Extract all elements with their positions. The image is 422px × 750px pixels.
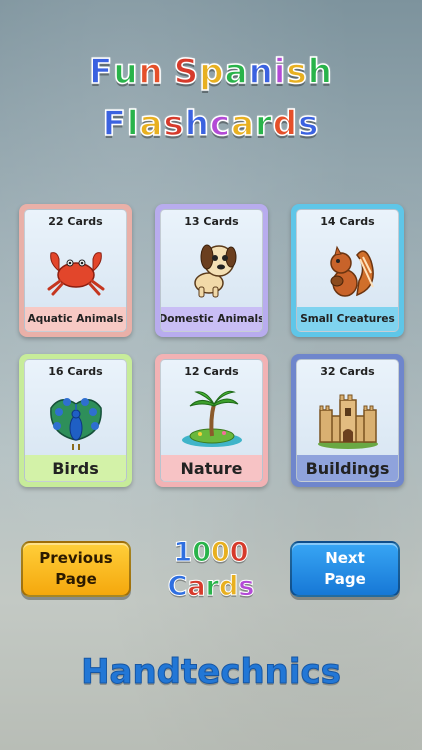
palm-island-icon — [161, 384, 262, 454]
total-word-letter: a — [187, 571, 206, 603]
category-card-birds[interactable]: 16 Cards Birds — [19, 354, 132, 487]
title-letter: h — [307, 51, 333, 93]
card-label: Small Creatures — [297, 307, 398, 331]
card-count: 32 Cards — [320, 365, 375, 378]
next-page-label-line2: Page — [324, 570, 366, 588]
crab-icon — [25, 234, 126, 304]
title-letter: u — [113, 51, 139, 93]
title-letter: s — [286, 51, 308, 93]
title-letter: a — [139, 103, 164, 145]
title-letter: F — [88, 51, 114, 93]
total-word-letter: C — [167, 571, 188, 603]
title-letter — [164, 52, 174, 92]
peacock-icon — [25, 384, 126, 454]
puppy-icon — [161, 234, 262, 304]
title-letter: F — [102, 103, 127, 145]
title-letter: p — [199, 51, 225, 93]
total-word-letter: s — [238, 571, 255, 603]
app-title-line1: Fun Spanish — [0, 51, 422, 93]
title-letter: d — [272, 103, 299, 145]
title-letter: s — [297, 103, 320, 145]
next-page-button[interactable]: Next Page — [290, 541, 400, 597]
title-letter: l — [126, 103, 140, 145]
castle-icon — [297, 384, 398, 454]
card-label: Buildings — [297, 455, 398, 481]
total-cards-counter: 1000 Cards — [150, 536, 272, 604]
card-label: Nature — [161, 455, 262, 481]
total-number-letter: 0 — [211, 537, 231, 569]
app-title-line2: Flashcards — [0, 103, 422, 145]
total-number-letter: 0 — [229, 537, 249, 569]
next-page-label-line1: Next — [325, 549, 365, 567]
card-count: 16 Cards — [48, 365, 103, 378]
total-number-letter: 0 — [192, 537, 212, 569]
category-card-buildings[interactable]: 32 Cards Buildings — [291, 354, 404, 487]
card-label: Birds — [25, 455, 126, 481]
total-cards-number: 1000 — [150, 536, 272, 570]
card-count: 13 Cards — [184, 215, 239, 228]
category-card-nature[interactable]: 12 Cards Nature — [155, 354, 268, 487]
previous-page-label-line1: Previous — [39, 549, 113, 567]
card-count: 22 Cards — [48, 215, 103, 228]
card-count: 12 Cards — [184, 365, 239, 378]
title-letter: h — [184, 103, 210, 145]
title-letter: i — [273, 51, 287, 93]
category-card-domestic-animals[interactable]: 13 Cards Domestic Animals — [155, 204, 268, 337]
card-label: Aquatic Animals — [25, 307, 126, 331]
previous-page-button[interactable]: Previous Page — [21, 541, 131, 597]
previous-page-label-line2: Page — [55, 570, 97, 588]
category-card-aquatic-animals[interactable]: 22 Cards Aquatic Animals — [19, 204, 132, 337]
brand-name: Handtechnics — [81, 652, 342, 693]
title-letter: a — [230, 103, 256, 145]
title-letter: a — [224, 51, 249, 93]
title-letter: r — [254, 103, 273, 145]
card-label: Domestic Animals — [161, 307, 262, 331]
total-number-letter: 1 — [173, 537, 193, 569]
title-letter: S — [173, 51, 200, 93]
squirrel-icon — [297, 234, 398, 304]
category-card-small-creatures[interactable]: 14 Cards Small Creatures — [291, 204, 404, 337]
total-word-letter: r — [205, 571, 219, 603]
title-letter: n — [138, 51, 164, 93]
title-letter: n — [248, 51, 274, 93]
title-letter: s — [163, 103, 185, 145]
total-cards-word: Cards — [150, 570, 272, 604]
card-count: 14 Cards — [320, 215, 375, 228]
total-word-letter: d — [218, 571, 239, 603]
title-letter: c — [209, 103, 232, 145]
